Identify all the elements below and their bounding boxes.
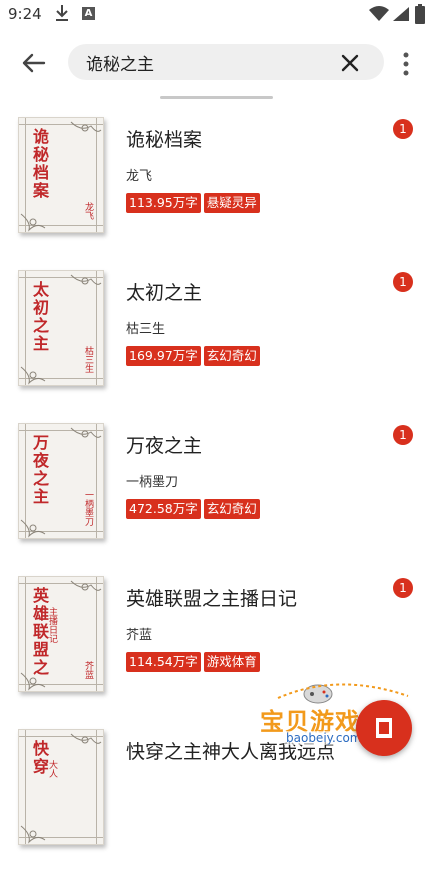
book-author: 芥蓝: [126, 628, 153, 643]
genre-tag: 玄幻奇幻: [203, 499, 260, 519]
source-count-badge: 1: [393, 272, 413, 292]
watermark-url: baobeiy.com: [284, 731, 364, 745]
wifi-icon: [369, 6, 389, 26]
notification-a-icon: A: [82, 7, 95, 20]
word-count-tag: 169.97万字: [126, 346, 201, 366]
book-item[interactable]: 诡秘档案 龙飞 诡秘档案 龙飞 113.95万字 悬疑灵异 1: [0, 117, 433, 267]
book-cover: 快穿 大人: [18, 729, 104, 845]
genre-tag: 悬疑灵异: [203, 193, 260, 213]
book-author: 龙飞: [126, 169, 153, 184]
signal-icon: [392, 6, 410, 26]
book-title[interactable]: 诡秘档案: [126, 125, 202, 152]
word-count-tag: 113.95万字: [126, 193, 201, 213]
book-tags: 472.58万字 玄幻奇幻: [126, 499, 260, 519]
book-cover: 诡秘档案龙飞: [18, 117, 104, 233]
book-cover: 英雄联盟之 主播日记 芥蓝: [18, 576, 104, 692]
source-count-badge: 1: [393, 119, 413, 139]
floating-action-button[interactable]: [356, 700, 412, 756]
more-options-button[interactable]: [396, 50, 416, 80]
book-cover: 万夜之主一柄墨刀: [18, 423, 104, 539]
book-item[interactable]: 太初之主 枯三生 太初之主 枯三生 169.97万字 玄幻奇幻 1: [0, 270, 433, 420]
cover-title: 太初之主: [30, 281, 49, 353]
search-box: [68, 44, 384, 80]
cover-author: 芥蓝: [83, 661, 93, 679]
book-cover: 太初之主枯三生: [18, 270, 104, 386]
book-tags: 113.95万字 悬疑灵异: [126, 193, 260, 213]
drag-handle[interactable]: [160, 96, 273, 99]
book-author: 枯三生: [126, 322, 166, 337]
book-author: 一柄墨刀: [126, 475, 179, 490]
search-input[interactable]: [86, 44, 326, 80]
book-tags: 114.54万字 游戏体育: [126, 652, 260, 672]
cover-author: 枯三生: [83, 346, 93, 373]
arrow-left-icon: [22, 53, 46, 73]
genre-tag: 游戏体育: [203, 652, 260, 672]
word-count-tag: 114.54万字: [126, 652, 201, 672]
book-title[interactable]: 太初之主: [126, 278, 202, 305]
cover-author: 龙飞: [83, 202, 93, 220]
book-item[interactable]: 万夜之主 一柄墨刀 万夜之主 一柄墨刀 472.58万字 玄幻奇幻 1: [0, 423, 433, 573]
cover-subtitle: 主播日记: [47, 607, 57, 643]
book-title[interactable]: 英雄联盟之主播日记: [126, 584, 297, 611]
clear-search-button[interactable]: [338, 51, 362, 75]
status-time: 9:24: [8, 5, 42, 23]
word-count-tag: 472.58万字: [126, 499, 201, 519]
source-count-badge: 1: [393, 425, 413, 445]
back-button[interactable]: [14, 48, 54, 80]
book-tags: 169.97万字 玄幻奇幻: [126, 346, 260, 366]
cover-author: 一柄墨刀: [83, 490, 93, 526]
cover-title: 诡秘档案: [30, 128, 49, 200]
more-vert-icon: [403, 52, 409, 76]
bookshelf-icon: [376, 718, 392, 738]
source-count-badge: 1: [393, 578, 413, 598]
cover-subtitle: 大人: [47, 760, 57, 778]
search-header: [0, 36, 433, 92]
status-bar: 9:24 A: [0, 0, 433, 30]
battery-icon: [415, 4, 425, 28]
cover-title: 万夜之主: [30, 434, 49, 506]
close-icon: [341, 54, 359, 72]
genre-tag: 玄幻奇幻: [203, 346, 260, 366]
download-icon: [55, 4, 69, 26]
book-title[interactable]: 万夜之主: [126, 431, 202, 458]
